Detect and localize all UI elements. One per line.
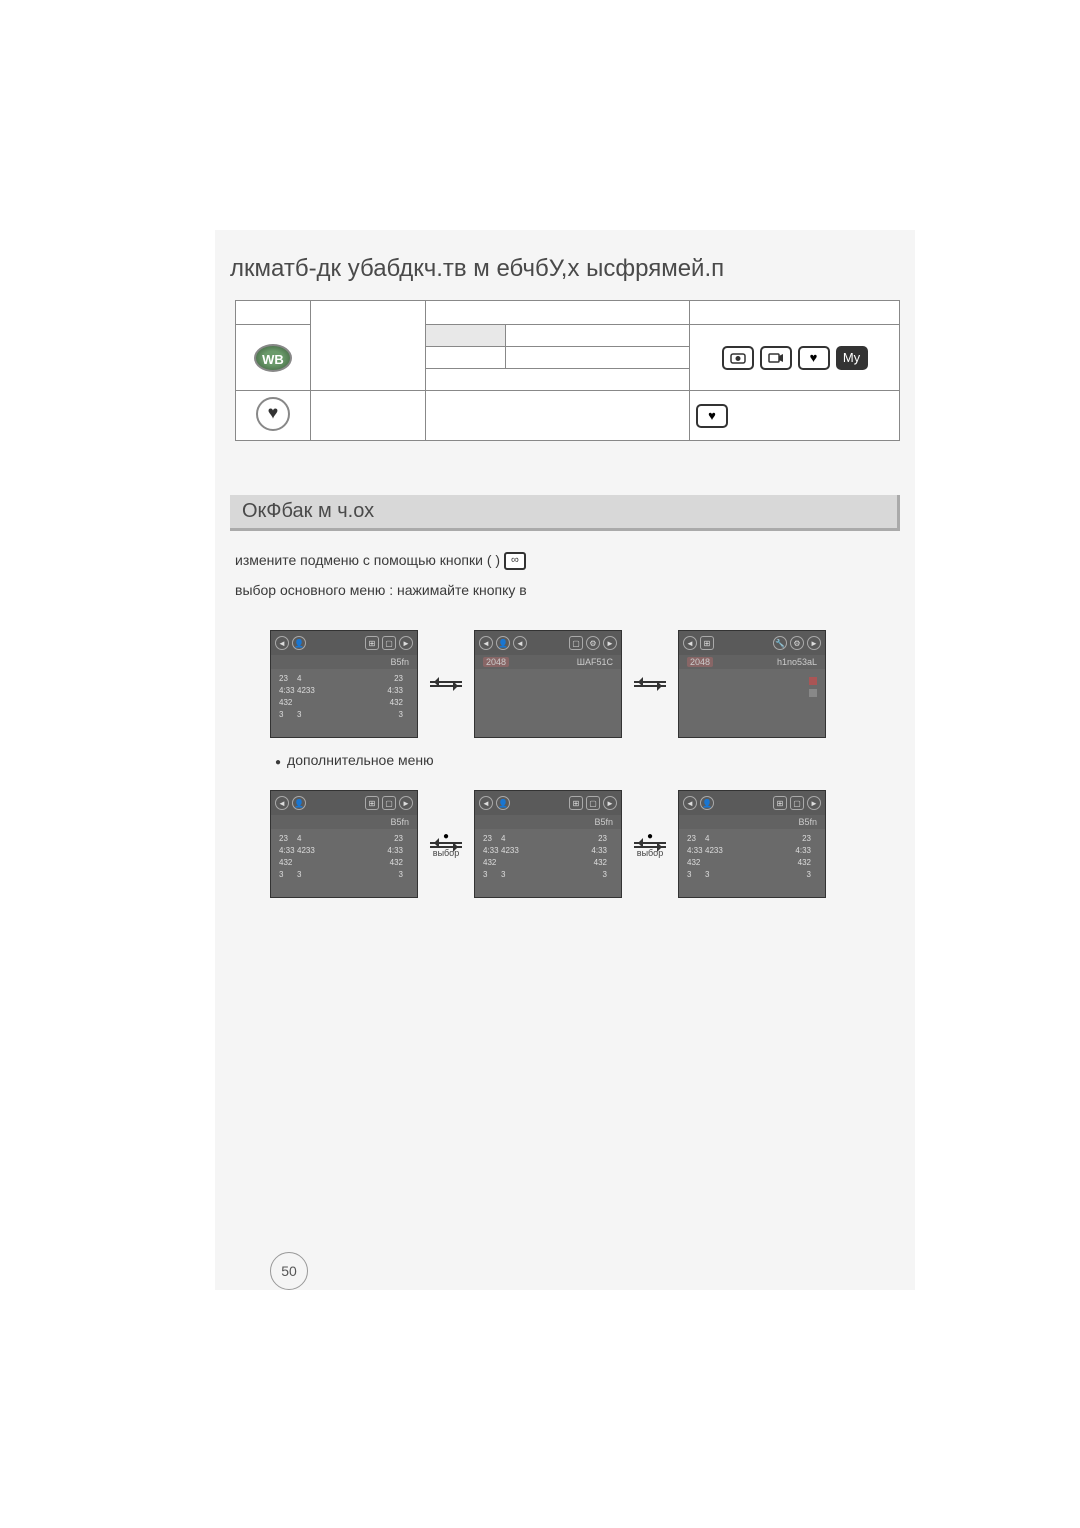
nav-left-icon: ◄: [275, 636, 289, 650]
arrow-right-icon: [430, 846, 462, 848]
body-line-1: измените подменю с помощью кнопки ( ): [235, 550, 526, 571]
arrow-right-icon: [430, 685, 462, 687]
lcd-screen-4: ◄ 👤 ⊞ ▢ ► B5fn 23423 4:3342334:33 432432…: [270, 790, 418, 898]
nav-right-icon: ►: [399, 636, 413, 650]
page-number: 50: [270, 1252, 308, 1290]
lcd-screen-2: ◄ 👤 ◄ ▢ ⚙ ► 2048ШАF51C: [474, 630, 622, 738]
nav-left-icon-2: ◄: [513, 636, 527, 650]
lcd-screen-5: ◄ 👤 ⊞ ▢ ► B5fn 23423 4:3342334:33 432432…: [474, 790, 622, 898]
video-mode-icon: [760, 346, 792, 370]
gear-icon: ⚙: [790, 636, 804, 650]
heart-round-icon: [256, 397, 290, 431]
arrow-right-icon: [634, 846, 666, 848]
manual-page: лкматб-дк убабдкч.тв м ебчбУ,х ысфрямей.…: [215, 230, 915, 1290]
camera-tb-icon: ▢: [382, 796, 396, 810]
nav-right-icon: ►: [603, 796, 617, 810]
camera-tb-icon: ▢: [790, 796, 804, 810]
lcd-screen-3: ◄ ⊞ 🔧 ⚙ ► 2048h1no53aL: [678, 630, 826, 738]
grid-icon: ⊞: [365, 796, 379, 810]
nav-right-icon: ►: [807, 796, 821, 810]
arrows-pair-1: [430, 681, 462, 687]
arrow-right-icon: [634, 685, 666, 687]
wrench-icon: 🔧: [773, 636, 787, 650]
nav-left-icon: ◄: [479, 796, 493, 810]
heart-mode-icon-2: ♥: [696, 404, 728, 428]
camera-tb-icon: ▢: [569, 636, 583, 650]
nav-left-icon: ◄: [479, 636, 493, 650]
settings-table: WB ♥ My: [235, 300, 900, 441]
nav-right-icon: ►: [399, 796, 413, 810]
nav-left-icon: ◄: [275, 796, 289, 810]
bullet-text: дополнительное меню: [275, 752, 434, 768]
page-title: лкматб-дк убабдкч.тв м ебчбУ,х ысфрямей.…: [230, 255, 724, 283]
section-header: ОкФбак м ч.ох: [230, 495, 900, 531]
my-mode-icon: My: [836, 346, 868, 370]
screens-row-2: ◄ 👤 ⊞ ▢ ► B5fn 23423 4:3342334:33 432432…: [270, 790, 826, 898]
mode-icons-row: ♥ My: [696, 346, 893, 370]
grid-icon: ⊞: [365, 636, 379, 650]
screens-row-1: ◄ 👤 ⊞ ▢ ► B5fn 23423 4:3342334:33 432432…: [270, 630, 826, 738]
grid-icon: ⊞: [700, 636, 714, 650]
step-divider-1: ● выбор: [430, 831, 462, 858]
camera-mode-icon: [722, 346, 754, 370]
nav-left-icon: ◄: [683, 636, 697, 650]
gear-icon: ⚙: [586, 636, 600, 650]
camera-tb-icon: ▢: [382, 636, 396, 650]
arrows-pair-2: [634, 681, 666, 687]
lcd-screen-1: ◄ 👤 ⊞ ▢ ► B5fn 23423 4:3342334:33 432432…: [270, 630, 418, 738]
body-line-2: выбор основного меню : нажимайте кнопку …: [235, 580, 527, 601]
person-icon: 👤: [700, 796, 714, 810]
grid-icon: ⊞: [773, 796, 787, 810]
person-icon: 👤: [292, 796, 306, 810]
screen-tab-label: B5fn: [271, 655, 417, 669]
nav-right-icon: ►: [807, 636, 821, 650]
wb-icon: WB: [254, 344, 292, 372]
nav-left-icon: ◄: [683, 796, 697, 810]
step-divider-2: ● выбор: [634, 831, 666, 858]
camera-tb-icon: ▢: [586, 796, 600, 810]
person-icon: 👤: [496, 796, 510, 810]
heart-mode-icon: ♥: [798, 346, 830, 370]
grid-icon: ⊞: [569, 796, 583, 810]
person-icon: 👤: [292, 636, 306, 650]
nav-right-icon: ►: [603, 636, 617, 650]
lcd-screen-6: ◄ 👤 ⊞ ▢ ► B5fn 23423 4:3342334:33 432432…: [678, 790, 826, 898]
film-icon: [504, 552, 526, 570]
person-icon: 👤: [496, 636, 510, 650]
